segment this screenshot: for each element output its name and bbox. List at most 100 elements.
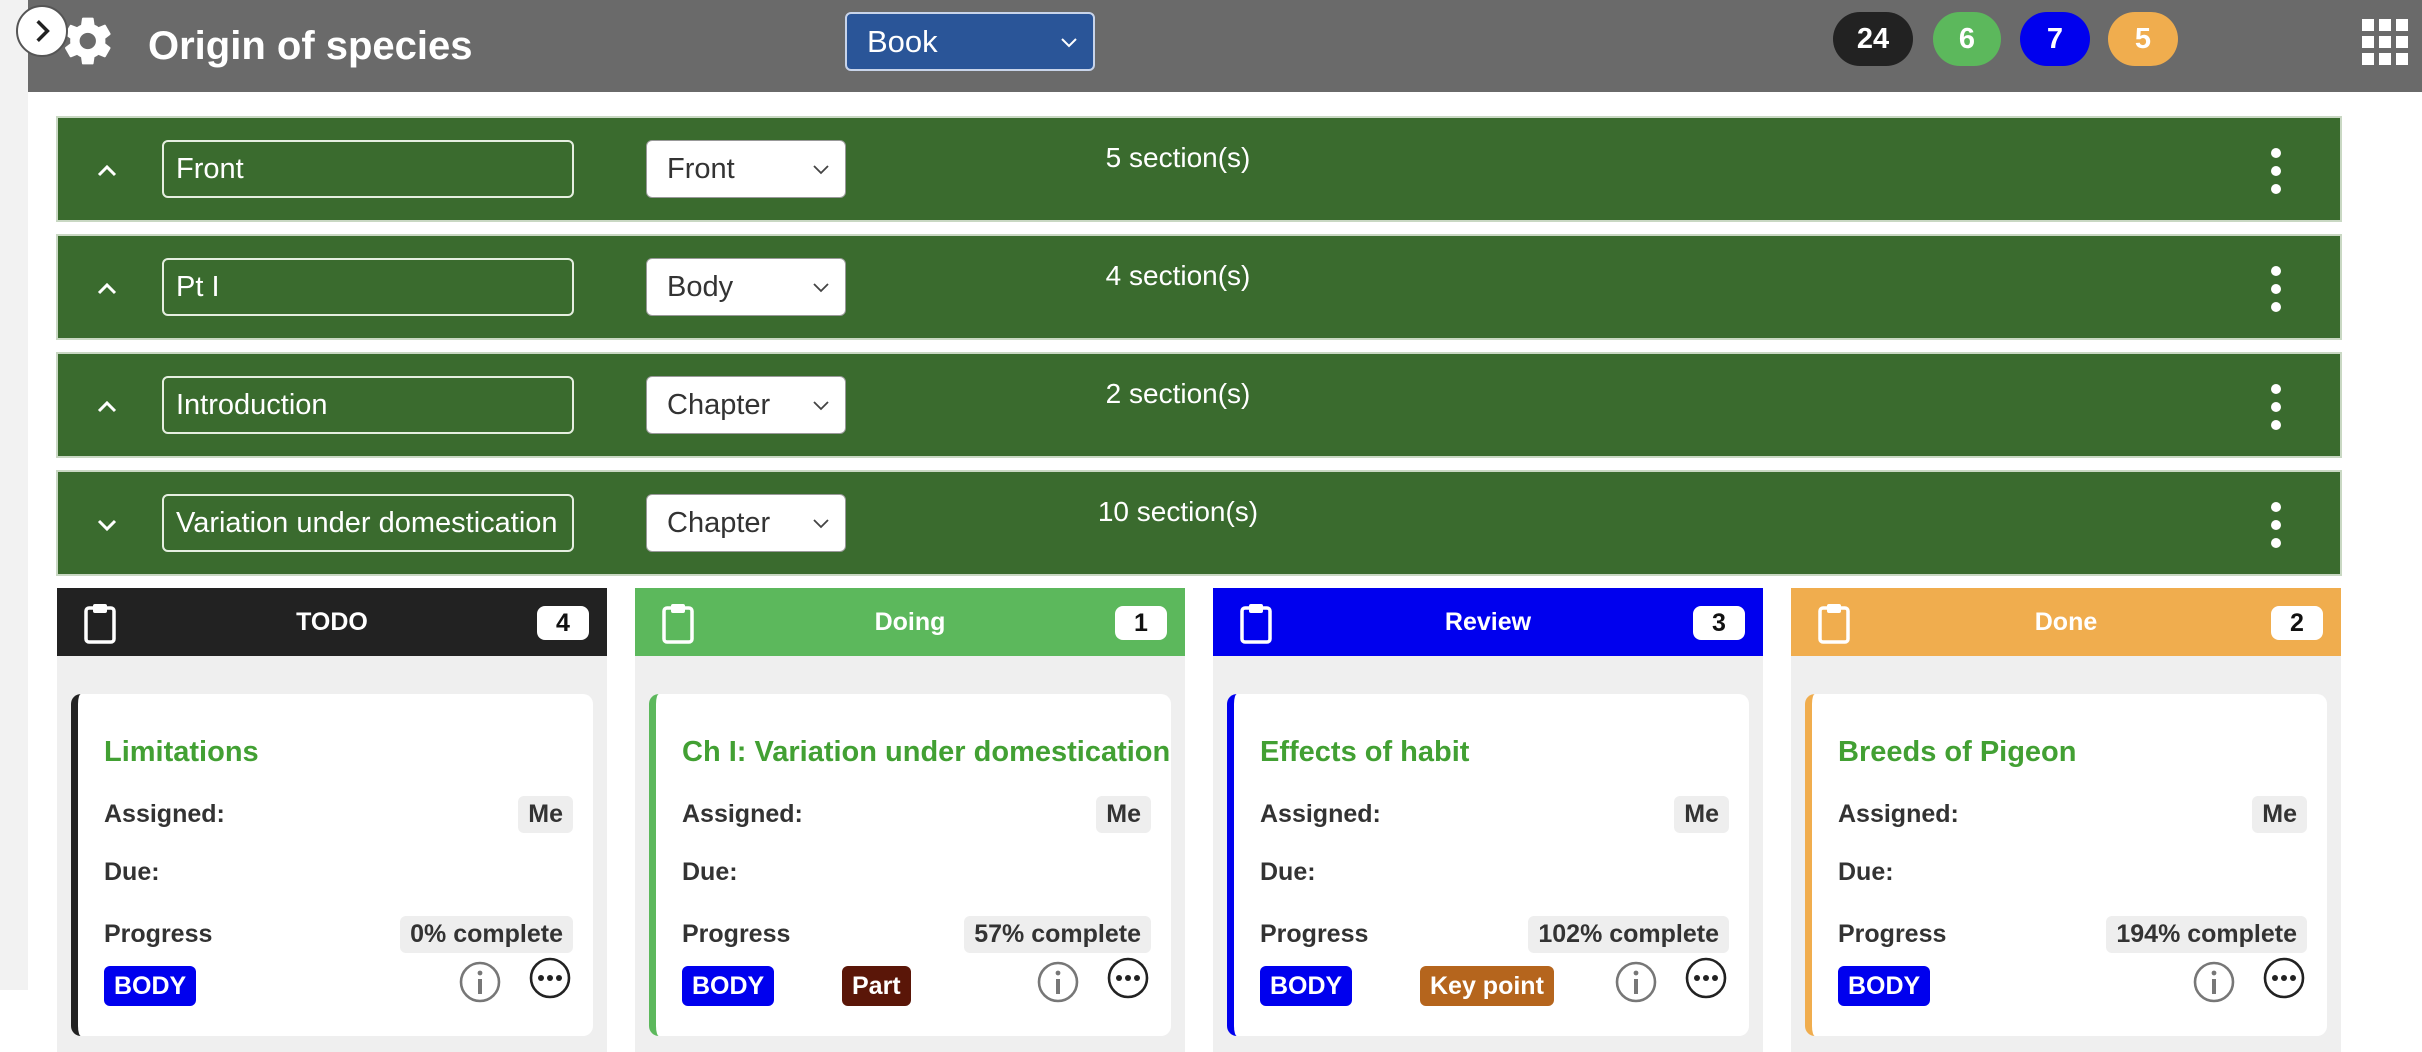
column-todo: TODO 4 Limitations Assigned: Me Due: Prog… — [57, 588, 607, 1052]
progress-value: 194% complete — [2106, 916, 2307, 953]
info-icon[interactable] — [458, 960, 502, 1004]
kebab-icon[interactable] — [2264, 148, 2288, 194]
more-icon[interactable] — [1684, 956, 1728, 1000]
counter-done-value: 5 — [2134, 22, 2152, 55]
tag-body[interactable]: BODY — [1260, 966, 1353, 1006]
due-row: Due: — [1838, 858, 2307, 887]
due-label: Due: — [104, 858, 160, 886]
column-count-badge: 2 — [2271, 606, 2323, 640]
due-label: Due: — [1838, 858, 1894, 886]
counter-total-value: 24 — [1856, 22, 1890, 55]
progress-row: Progress 57% complete — [682, 916, 1151, 953]
chevron-down-icon — [1061, 37, 1077, 47]
due-label: Due: — [682, 858, 738, 886]
task-card[interactable]: Ch I: Variation under domestication Assi… — [649, 694, 1171, 1036]
page-title: Origin of species — [148, 24, 473, 68]
assigned-row: Assigned: Me — [682, 796, 1151, 833]
kebab-icon[interactable] — [2264, 384, 2288, 430]
column-doing: Doing 1 Ch I: Variation under domesticat… — [635, 588, 1185, 1052]
clipboard-icon — [662, 604, 694, 644]
tag-key-point[interactable]: Key point — [1420, 966, 1554, 1006]
due-row: Due: — [1260, 858, 1729, 887]
progress-row: Progress 0% complete — [104, 916, 573, 953]
gear-icon[interactable] — [60, 13, 116, 69]
column-header: Review 3 — [1213, 588, 1763, 656]
column-header: TODO 4 — [57, 588, 607, 656]
section-row: Variation under domestication Chapter 10… — [56, 470, 2342, 576]
due-row: Due: — [104, 858, 573, 887]
section-count: 5 section(s) — [1105, 142, 1251, 173]
counter-done[interactable]: 5 — [2108, 12, 2178, 66]
section-count: 2 section(s) — [1105, 378, 1251, 409]
tag-body[interactable]: BODY — [1838, 966, 1931, 1006]
info-icon[interactable] — [2192, 960, 2236, 1004]
assigned-row: Assigned: Me — [104, 796, 573, 833]
column-header: Done 2 — [1791, 588, 2341, 656]
mode-select[interactable]: Book — [845, 12, 1095, 71]
tag-body[interactable]: BODY — [104, 966, 197, 1006]
progress-row: Progress 102% complete — [1260, 916, 1729, 953]
counter-doing-value: 6 — [1958, 22, 1976, 55]
info-icon[interactable] — [1614, 960, 1658, 1004]
mode-select-value: Book — [867, 23, 938, 59]
progress-row: Progress 194% complete — [1838, 916, 2307, 953]
kebab-icon[interactable] — [2264, 502, 2288, 548]
kebab-icon[interactable] — [2264, 266, 2288, 312]
info-icon[interactable] — [1036, 960, 1080, 1004]
due-row: Due: — [682, 858, 1151, 887]
expand-sidebar-button[interactable] — [16, 5, 68, 57]
assigned-label: Assigned: — [1838, 800, 1959, 828]
counter-doing[interactable]: 6 — [1933, 12, 2001, 66]
section-row: Pt I Body 4 section(s) — [56, 234, 2342, 340]
assigned-row: Assigned: Me — [1838, 796, 2307, 833]
task-card[interactable]: Effects of habit Assigned: Me Due: Progre… — [1227, 694, 1749, 1036]
card-title[interactable]: Breeds of Pigeon — [1838, 736, 2077, 769]
progress-label: Progress — [1260, 920, 1369, 948]
section-row: Introduction Chapter 2 section(s) — [56, 352, 2342, 458]
more-icon[interactable] — [528, 956, 572, 1000]
assignee: Me — [518, 796, 573, 833]
progress-value: 102% complete — [1528, 916, 1729, 953]
counter-total[interactable]: 24 — [1833, 12, 1913, 66]
assignee: Me — [1674, 796, 1729, 833]
more-icon[interactable] — [1106, 956, 1150, 1000]
column-title: Doing — [874, 607, 946, 636]
assigned-label: Assigned: — [1260, 800, 1381, 828]
task-card[interactable]: Limitations Assigned: Me Due: Progress 0% … — [71, 694, 593, 1036]
assigned-row: Assigned: Me — [1260, 796, 1729, 833]
clipboard-icon — [84, 604, 116, 644]
card-title[interactable]: Ch I: Variation under domestication — [682, 736, 1170, 769]
section-count: 10 section(s) — [1097, 496, 1259, 527]
counter-review-value: 7 — [2046, 22, 2064, 55]
assignee: Me — [2252, 796, 2307, 833]
tag-part[interactable]: Part — [842, 966, 911, 1006]
column-count-badge: 3 — [1693, 606, 1745, 640]
tag-body[interactable]: BODY — [682, 966, 775, 1006]
card-title[interactable]: Effects of habit — [1260, 736, 1469, 769]
grid-icon[interactable] — [2362, 19, 2408, 65]
clipboard-icon — [1240, 604, 1272, 644]
assigned-label: Assigned: — [682, 800, 803, 828]
column-header: Doing 1 — [635, 588, 1185, 656]
section-row: Front Front 5 section(s) — [56, 116, 2342, 222]
counter-review[interactable]: 7 — [2020, 12, 2090, 66]
assigned-label: Assigned: — [104, 800, 225, 828]
section-count: 4 section(s) — [1105, 260, 1251, 291]
more-icon[interactable] — [2262, 956, 2306, 1000]
progress-label: Progress — [1838, 920, 1947, 948]
assignee: Me — [1096, 796, 1151, 833]
progress-label: Progress — [104, 920, 213, 948]
column-title: Review — [1444, 607, 1532, 636]
clipboard-icon — [1818, 604, 1850, 644]
task-card[interactable]: Breeds of Pigeon Assigned: Me Due: Progre… — [1805, 694, 2327, 1036]
column-count-badge: 4 — [537, 606, 589, 640]
card-title[interactable]: Limitations — [104, 736, 259, 769]
chevron-right-icon — [36, 20, 50, 42]
column-done: Done 2 Breeds of Pigeon Assigned: Me Due:… — [1791, 588, 2341, 1052]
progress-value: 0% complete — [400, 916, 573, 953]
due-label: Due: — [1260, 858, 1316, 886]
progress-value: 57% complete — [964, 916, 1151, 953]
column-review: Review 3 Effects of habit Assigned: Me Du… — [1213, 588, 1763, 1052]
progress-label: Progress — [682, 920, 791, 948]
column-title: Done — [2034, 607, 2098, 636]
